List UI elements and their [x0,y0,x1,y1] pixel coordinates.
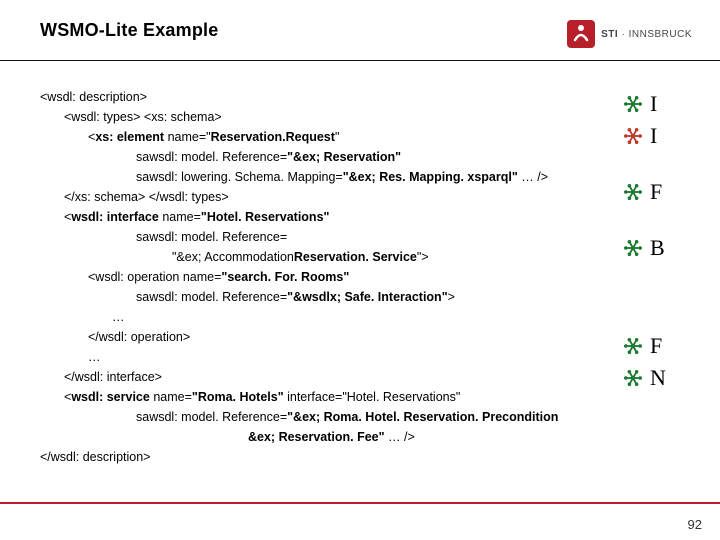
code-line: sawsdl: model. Reference="&ex; Roma. Hot… [40,407,624,427]
code-line: "&ex; AccommodationReservation. Service"… [40,247,624,267]
code-line: </wsdl: description> [40,447,624,467]
annotation-item: B [624,235,692,261]
code-line: </wsdl: interface> [40,367,624,387]
code-line: <wsdl: operation name="search. For. Room… [40,267,624,287]
annotation-letter: N [650,365,666,391]
annotation-item: F [624,333,692,359]
annotation-letter: I [650,123,657,149]
asterisk-icon [624,95,642,113]
footer-rule [0,502,720,504]
header-rule [0,60,720,61]
code-line: </wsdl: operation> [40,327,624,347]
annotation-letter: F [650,333,662,359]
asterisk-icon [624,337,642,355]
brand-sep: · [621,29,625,40]
asterisk-icon [624,183,642,201]
annotation-item: I [624,123,692,149]
code-line: <wsdl: interface name="Hotel. Reservatio… [40,207,624,227]
asterisk-icon [624,127,642,145]
asterisk-icon [624,369,642,387]
brand-logo: STI · INNSBRUCK [567,20,692,48]
code-line: … [40,307,624,327]
code-line: &ex; Reservation. Fee" … /> [40,427,624,447]
annotation-letter: F [650,179,662,205]
code-line: <wsdl: service name="Roma. Hotels" inter… [40,387,624,407]
code-line: sawsdl: model. Reference="&wsdlx; Safe. … [40,287,624,307]
code-line: sawsdl: model. Reference="&ex; Reservati… [40,147,624,167]
body: <wsdl: description> <wsdl: types> <xs: s… [40,87,692,467]
code-line: </xs: schema> </wsdl: types> [40,187,624,207]
page-title: WSMO-Lite Example [40,20,218,41]
code-line: <wsdl: types> <xs: schema> [40,107,624,127]
brand-main: STI [601,29,618,40]
asterisk-icon [624,239,642,257]
page-number: 92 [688,517,702,532]
code-line: sawsdl: lowering. Schema. Mapping="&ex; … [40,167,624,187]
brand-text: STI · INNSBRUCK [601,29,692,40]
brand-sub: INNSBRUCK [629,29,692,40]
code-line: <xs: element name="Reservation.Request" [40,127,624,147]
header: WSMO-Lite Example STI · INNSBRUCK [40,20,692,48]
annotation-letter: I [650,91,657,117]
slide: WSMO-Lite Example STI · INNSBRUCK <wsdl:… [0,0,720,540]
annotation-item: F [624,179,692,205]
annotation-item: I [624,91,692,117]
code-line: <wsdl: description> [40,87,624,107]
code-block: <wsdl: description> <wsdl: types> <xs: s… [40,87,624,467]
code-line: … [40,347,624,367]
annotation-letter: B [650,235,665,261]
sti-logo-icon [567,20,595,48]
code-line: sawsdl: model. Reference= [40,227,624,247]
annotation-item: N [624,365,692,391]
annotation-sidebar: IIFBFN [624,87,692,467]
